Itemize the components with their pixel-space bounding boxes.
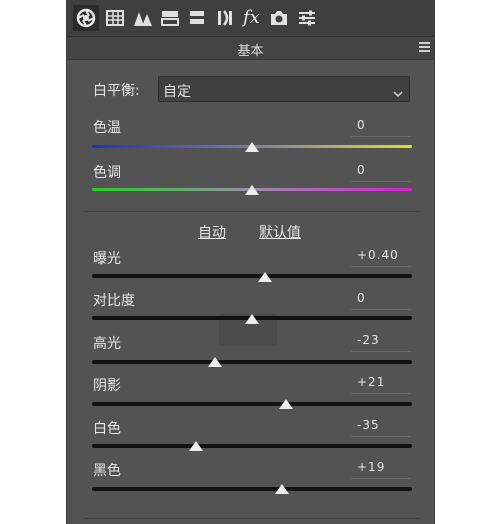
highlights-thumb[interactable] [208,357,223,367]
panel-menu-icon[interactable] [419,42,430,53]
tint-thumb[interactable] [245,185,259,195]
divider [84,518,420,519]
divider [84,211,420,212]
contrast-thumb[interactable] [245,314,259,324]
sliders-icon[interactable] [297,8,317,28]
whites-thumb[interactable] [189,441,203,451]
split-toning-icon[interactable] [160,8,180,28]
temperature-value[interactable]: 0 [351,117,411,137]
basic-panel: fx 基本 白平衡: 自定 色温 0 色调 0 自动 默认值 曝光 +0.40 [66,0,435,524]
contrast-label: 对比度 [93,293,135,309]
blacks-value[interactable]: +19 [351,459,411,479]
exposure-label: 曝光 [93,251,121,267]
panel-toolbar: fx [67,0,434,36]
highlights-track[interactable] [92,360,412,364]
whites-label: 白色 [93,421,121,437]
lens-icon[interactable] [187,8,207,28]
shadows-label: 阴影 [93,378,121,394]
tone-links: 自动 默认值 [67,222,434,242]
blacks-label: 黑色 [93,463,121,479]
blacks-thumb[interactable] [275,484,290,494]
white-balance-value: 自定 [163,84,191,100]
default-link[interactable]: 默认值 [259,222,301,242]
tint-value[interactable]: 0 [351,162,411,182]
white-balance-select[interactable]: 自定 [158,76,410,102]
exposure-thumb[interactable] [257,272,272,282]
chevron-down-icon [393,84,403,98]
panel-header: 基本 [67,36,434,60]
aperture-icon[interactable] [73,5,99,31]
triangles-icon[interactable] [133,8,153,28]
white-balance-label: 白平衡: [93,83,140,99]
panel-title: 基本 [237,44,264,59]
shadows-value[interactable]: +21 [351,374,411,394]
grid-icon[interactable] [105,8,125,28]
bracket-icon[interactable] [215,8,235,28]
shadows-track[interactable] [92,402,412,406]
whites-track[interactable] [92,444,412,448]
temperature-thumb[interactable] [245,142,259,152]
tint-label: 色调 [93,165,121,181]
blacks-track[interactable] [92,487,412,491]
temperature-label: 色温 [93,120,121,136]
highlights-label: 高光 [93,336,121,352]
shadows-thumb[interactable] [278,399,293,409]
highlights-value[interactable]: -23 [351,332,411,352]
camera-icon[interactable] [269,8,289,28]
auto-link[interactable]: 自动 [198,222,226,242]
contrast-value[interactable]: 0 [351,290,411,310]
exposure-value[interactable]: +0.40 [351,247,411,267]
exposure-track[interactable] [92,274,412,278]
whites-value[interactable]: -35 [351,417,411,437]
fx-icon[interactable]: fx [243,8,263,28]
